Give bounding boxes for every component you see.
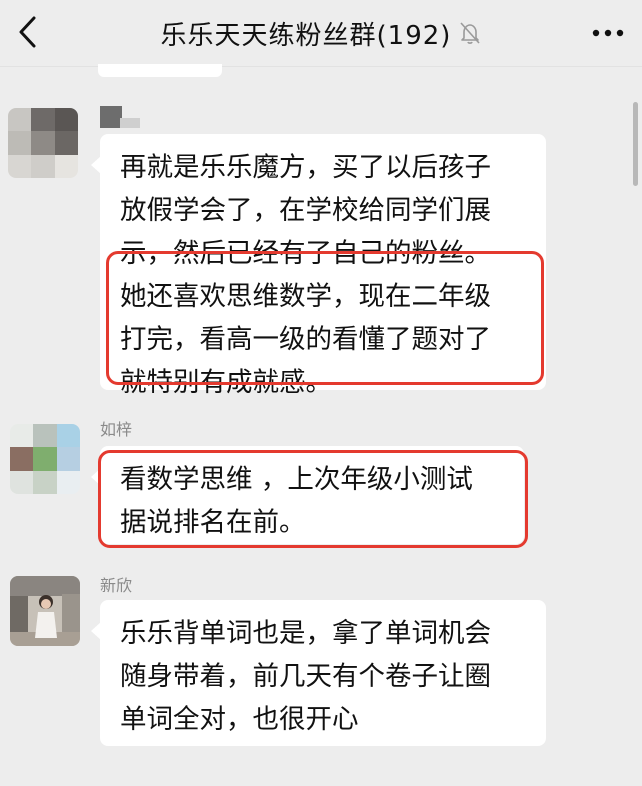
- highlight-box: [106, 251, 544, 385]
- sender-name-redacted: [100, 106, 140, 128]
- message-line: 随身带着，前几天有个卷子让圈: [120, 661, 491, 692]
- message-line: 乐乐背单词也是，拿了单词机会: [120, 618, 491, 649]
- message-line: 再就是乐乐魔方，买了以后孩子: [120, 152, 491, 183]
- message-bubble: 乐乐背单词也是，拿了单词机会 随身带着，前几天有个卷子让圈 单词全对，也很开心: [91, 600, 546, 746]
- message-line: 放假学会了，在学校给同学们展: [120, 195, 491, 226]
- message-line: 单词全对，也很开心: [120, 704, 359, 735]
- highlight-box: [98, 450, 528, 548]
- sender-name: 如梓: [100, 420, 133, 439]
- scrollbar[interactable]: [633, 102, 638, 186]
- chat-header: 乐乐天天练粉丝群(192): [0, 0, 642, 67]
- more-dots-icon[interactable]: [588, 18, 628, 48]
- chat-title-wrap: 乐乐天天练粉丝群(192): [0, 0, 642, 66]
- sender-name: 新欣: [100, 576, 133, 595]
- previous-message-bubble: [98, 64, 222, 77]
- chat-title: 乐乐天天练粉丝群(192): [160, 20, 452, 51]
- avatar[interactable]: [10, 424, 80, 494]
- avatar[interactable]: [10, 576, 80, 646]
- avatar[interactable]: [8, 108, 78, 178]
- bell-slash-icon: [460, 22, 481, 44]
